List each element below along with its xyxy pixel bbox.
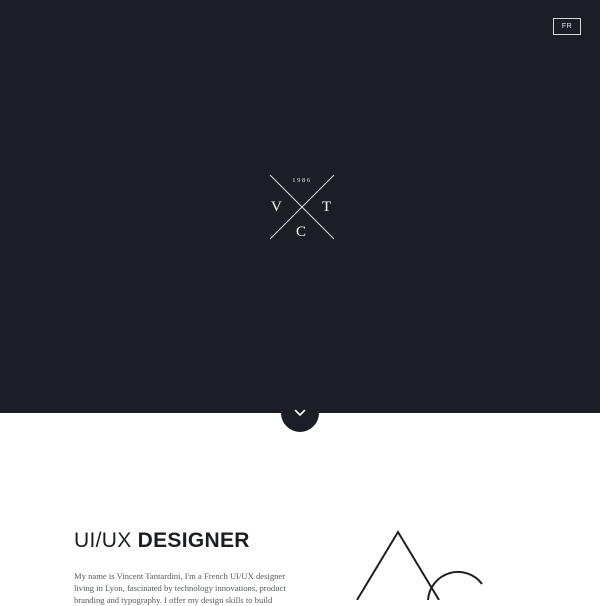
chevron-down-icon	[294, 409, 306, 416]
bio-text: My name is Vincent Tantardini, I'm a Fre…	[74, 571, 286, 605]
logo-year: 1986	[292, 177, 312, 184]
title-light: UI/UX	[74, 529, 132, 552]
hero-section: FR 1986 V T C	[0, 0, 600, 413]
geometric-illustration	[356, 530, 483, 600]
title-bold: DESIGNER	[137, 529, 250, 552]
logo-letter-c: C	[296, 224, 307, 240]
section-title: UI/UX DESIGNER	[74, 528, 250, 554]
scroll-down-button[interactable]	[281, 394, 319, 432]
logo-letter-t: T	[322, 199, 332, 215]
logo[interactable]: 1986 V T C	[269, 174, 335, 240]
logo-letter-v: V	[271, 199, 282, 215]
language-switch-button[interactable]: FR	[553, 18, 581, 35]
triangle-shape	[356, 530, 440, 600]
